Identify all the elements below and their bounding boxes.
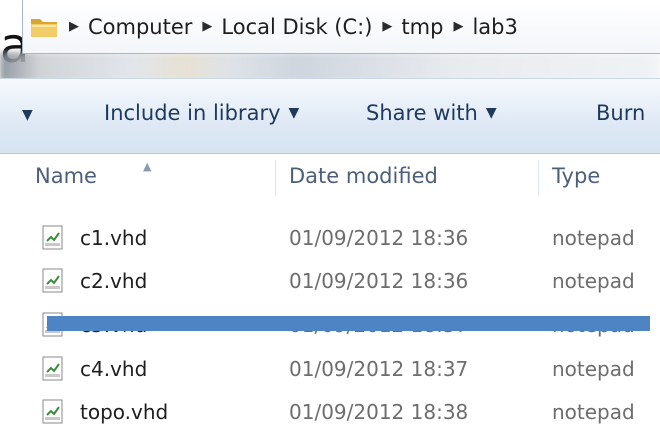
file-date-modified: 01/09/2012 18:36	[289, 226, 469, 250]
file-date-modified: 01/09/2012 18:36	[289, 269, 469, 293]
text-file-icon	[41, 399, 65, 425]
column-header-date[interactable]: Date modified	[289, 154, 534, 198]
text-file-icon	[41, 356, 65, 382]
column-header-type[interactable]: Type	[552, 154, 660, 198]
file-type: notepad	[552, 357, 635, 381]
text-file-icon	[41, 225, 65, 251]
breadcrumb-local-disk[interactable]: Local Disk (C:)	[221, 15, 372, 39]
file-type: notepad	[552, 400, 635, 424]
column-headers: ▲ Name Date modified Type	[0, 154, 660, 198]
folder-icon	[29, 12, 59, 42]
file-name: c2.vhd	[80, 269, 148, 293]
file-type: notepad	[552, 269, 635, 293]
file-row[interactable]: topo.vhd 01/09/2012 18:38 notepad	[0, 394, 660, 430]
column-header-name-label: Name	[35, 164, 97, 188]
file-type: notepad	[552, 226, 635, 250]
burn-button[interactable]: Burn	[596, 101, 645, 125]
breadcrumb-arrow-icon[interactable]: ▶	[382, 19, 392, 34]
column-divider[interactable]	[275, 160, 276, 196]
file-name: topo.vhd	[80, 400, 169, 424]
chevron-down-icon[interactable]: ▼	[22, 107, 33, 123]
column-header-name[interactable]: Name	[35, 154, 275, 198]
command-toolbar: ▼ Include in library ▼ Share with ▼ Burn	[0, 78, 660, 154]
file-row[interactable]: c1.vhd 01/09/2012 18:36 notepad	[0, 220, 660, 256]
file-name: c4.vhd	[80, 357, 148, 381]
file-date-modified: 01/09/2012 18:37	[289, 357, 469, 381]
breadcrumb-arrow-icon[interactable]: ▶	[453, 19, 463, 34]
chevron-down-icon: ▼	[485, 105, 497, 121]
burn-label: Burn	[596, 101, 646, 125]
breadcrumb-arrow-icon[interactable]: ▶	[69, 19, 79, 34]
breadcrumb-lab3[interactable]: lab3	[472, 15, 517, 39]
column-header-date-label: Date modified	[289, 164, 438, 188]
breadcrumb-computer[interactable]: Computer	[88, 15, 192, 39]
include-in-library-button[interactable]: Include in library ▼	[104, 101, 299, 125]
file-row[interactable]: c2.vhd 01/09/2012 18:36 notepad	[0, 263, 660, 299]
chevron-down-icon: ▼	[288, 105, 300, 121]
breadcrumb-arrow-icon[interactable]: ▶	[202, 19, 212, 34]
column-divider[interactable]	[538, 160, 539, 196]
strike-through-bar	[47, 316, 650, 331]
share-with-label: Share with	[366, 101, 478, 125]
text-file-icon	[41, 268, 65, 294]
share-with-button[interactable]: Share with ▼	[366, 101, 497, 125]
file-date-modified: 01/09/2012 18:38	[289, 400, 469, 424]
column-header-type-label: Type	[552, 164, 601, 188]
address-bar[interactable]: ▶ Computer ▶ Local Disk (C:) ▶ tmp ▶ lab…	[22, 0, 660, 54]
file-row[interactable]: c4.vhd 01/09/2012 18:37 notepad	[0, 351, 660, 387]
file-name: c1.vhd	[80, 226, 148, 250]
breadcrumb-tmp[interactable]: tmp	[401, 15, 443, 39]
include-in-library-label: Include in library	[104, 101, 281, 125]
